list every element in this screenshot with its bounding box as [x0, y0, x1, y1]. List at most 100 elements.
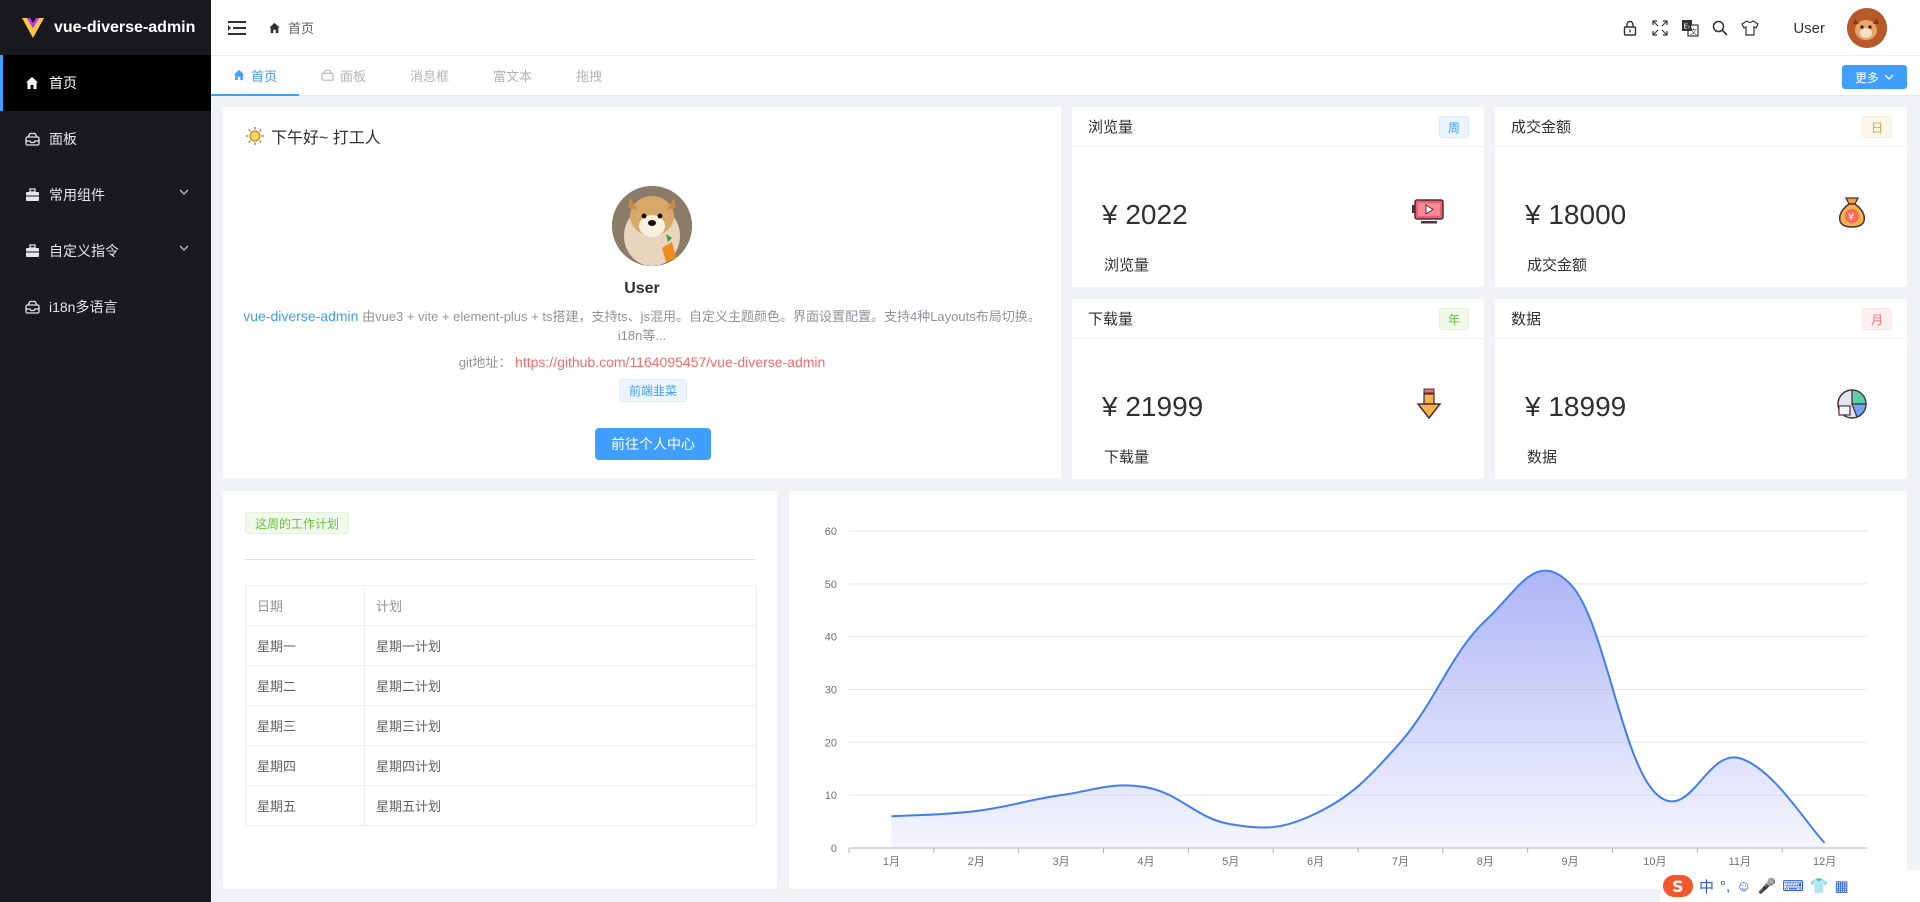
ime-emoji-icon[interactable]: ☺ [1736, 878, 1751, 895]
ime-skin-icon[interactable]: 👕 [1810, 877, 1829, 895]
stat-header: 数据 月 [1495, 299, 1907, 339]
cell-plan: 星期二计划 [364, 665, 757, 706]
stat-value: ¥ 18999 [1525, 391, 1627, 422]
sidebar-item-components[interactable]: 常用组件 [0, 167, 211, 223]
plan-table: 日期 计划 星期一 星期一计划 星期二 星期二计划 星期三 星期三计划 星期四 星期四计… [245, 585, 757, 826]
git-link[interactable]: https://github.com/1164095457/vue-divers… [515, 354, 825, 370]
pie-chart-icon [1837, 389, 1867, 419]
x-tick-label: 9月 [1562, 856, 1579, 868]
cell-plan: 星期一计划 [364, 625, 757, 666]
breadcrumb-item[interactable]: 首页 [288, 18, 314, 37]
ime-menu-icon[interactable]: ▦ [1835, 877, 1849, 895]
app-title: vue-diverse-admin [54, 18, 196, 36]
cell-date: 星期五 [245, 785, 365, 826]
cell-date: 星期三 [245, 705, 365, 746]
sidebar-item-label: 自定义指令 [49, 243, 119, 259]
sidebar-item-home[interactable]: 首页 [0, 55, 211, 111]
project-description: vue-diverse-admin 由vue3 + vite + element… [237, 307, 1047, 345]
sidebar-item-i18n[interactable]: i18n多语言 [0, 279, 211, 335]
greeting: 下午好~ 打工人 [245, 124, 381, 148]
briefcase-icon [24, 187, 40, 203]
chevron-down-icon [1884, 74, 1894, 80]
y-tick-label: 50 [825, 579, 837, 591]
table-row: 星期三 星期三计划 [245, 705, 757, 746]
stat-header: 浏览量 周 [1072, 107, 1484, 147]
tab-dashboard[interactable]: 面板 [299, 55, 388, 95]
search-icon[interactable] [1711, 19, 1729, 37]
ime-voice-icon[interactable]: 🎤 [1758, 877, 1777, 895]
stat-title: 数据 [1511, 311, 1542, 328]
home-icon [233, 69, 245, 81]
cell-plan: 星期四计划 [364, 745, 757, 786]
table-row: 星期二 星期二计划 [245, 665, 757, 706]
tab-drag[interactable]: 拖拽 [554, 55, 624, 95]
ime-chinese-toggle[interactable]: 中 [1699, 876, 1714, 897]
project-link[interactable]: vue-diverse-admin [243, 308, 358, 324]
sidebar-item-label: 面板 [49, 131, 77, 147]
ime-toolbar: S 中 °, ☺ 🎤 ⌨ 👕 ▦ [1660, 870, 1920, 902]
column-header-plan: 计划 [364, 585, 757, 626]
git-info: git地址： https://github.com/1164095457/vue… [223, 352, 1061, 371]
profile-avatar [612, 186, 692, 266]
chevron-down-icon [179, 245, 189, 251]
tab-label: 拖拽 [576, 68, 603, 84]
sogou-logo-icon: S [1663, 875, 1693, 897]
go-profile-button[interactable]: 前往个人中心 [595, 428, 711, 460]
description-text: 由vue3 + vite + element-plus + ts搭建，支持ts、… [362, 309, 1041, 343]
tshirt-icon[interactable] [1741, 19, 1760, 37]
download-icon [1416, 388, 1442, 420]
x-tick-label: 5月 [1222, 856, 1239, 868]
ime-punctuation-toggle[interactable]: °, [1720, 878, 1730, 895]
y-tick-label: 20 [825, 737, 837, 749]
more-button[interactable]: 更多 [1842, 65, 1907, 89]
x-tick-label: 6月 [1307, 856, 1324, 868]
column-header-date: 日期 [245, 585, 365, 626]
vue-logo-icon [22, 17, 44, 38]
x-tick-label: 1月 [883, 856, 900, 868]
tab-rich-text[interactable]: 富文本 [471, 55, 554, 95]
stat-badge: 年 [1438, 308, 1469, 330]
tab-message-box[interactable]: 消息框 [388, 55, 471, 95]
user-avatar[interactable] [1847, 8, 1887, 48]
stat-badge: 月 [1861, 308, 1892, 330]
more-label: 更多 [1854, 70, 1879, 85]
sidebar-item-dashboard[interactable]: 面板 [0, 111, 211, 167]
chart-card: 0 10 20 30 40 50 60 1月 2月 3月 4月 5月 6月 7月 8月 9月 10月 11月 12月 [789, 491, 1907, 889]
translate-icon[interactable]: En 文 [1681, 19, 1699, 37]
sidebar-item-directives[interactable]: 自定义指令 [0, 223, 211, 279]
home-icon [269, 22, 280, 33]
tab-label: 富文本 [493, 68, 533, 84]
tab-home[interactable]: 首页 [211, 55, 300, 96]
y-tick-label: 40 [825, 632, 837, 644]
sidebar-item-label: 首页 [49, 75, 77, 91]
tab-label: 消息框 [410, 68, 450, 84]
stat-card-downloads: 下载量 年 ¥ 21999 下载量 [1072, 299, 1484, 479]
x-tick-label: 10月 [1643, 856, 1666, 868]
stat-header: 下载量 年 [1072, 299, 1484, 339]
svg-text:¥: ¥ [1848, 212, 1854, 223]
x-tick-label: 4月 [1137, 856, 1154, 868]
cell-date: 星期二 [245, 665, 365, 706]
chevron-down-icon [179, 189, 189, 195]
y-tick-label: 10 [825, 790, 837, 802]
cell-date: 星期四 [245, 745, 365, 786]
plan-tag: 这周的工作计划 [245, 512, 350, 534]
stat-header: 成交金额 日 [1495, 107, 1907, 147]
x-tick-label: 2月 [968, 856, 985, 868]
menu-fold-icon[interactable] [228, 18, 248, 38]
cell-plan: 星期五计划 [364, 785, 757, 826]
ime-keyboard-icon[interactable]: ⌨ [1782, 877, 1804, 895]
y-tick-label: 0 [831, 843, 837, 855]
git-label: git地址： [458, 355, 512, 370]
x-tick-label: 8月 [1477, 856, 1494, 868]
money-bag-icon: ¥ [1838, 197, 1866, 228]
top-header: 首页 En 文 User [211, 0, 1920, 56]
app-logo[interactable]: vue-diverse-admin [0, 0, 211, 55]
x-tick-label: 11月 [1729, 856, 1751, 868]
lock-icon[interactable] [1621, 19, 1639, 37]
work-plan-card: 这周的工作计划 日期 计划 星期一 星期一计划 星期二 星期二计划 星期三 星期三计划… [223, 491, 777, 889]
tab-label: 面板 [340, 68, 367, 84]
sidebar: vue-diverse-admin 首页 面板 常用组件 自定义指令 i18n多… [0, 0, 211, 902]
fullscreen-icon[interactable] [1651, 19, 1669, 37]
header-user-name[interactable]: User [1793, 20, 1825, 37]
